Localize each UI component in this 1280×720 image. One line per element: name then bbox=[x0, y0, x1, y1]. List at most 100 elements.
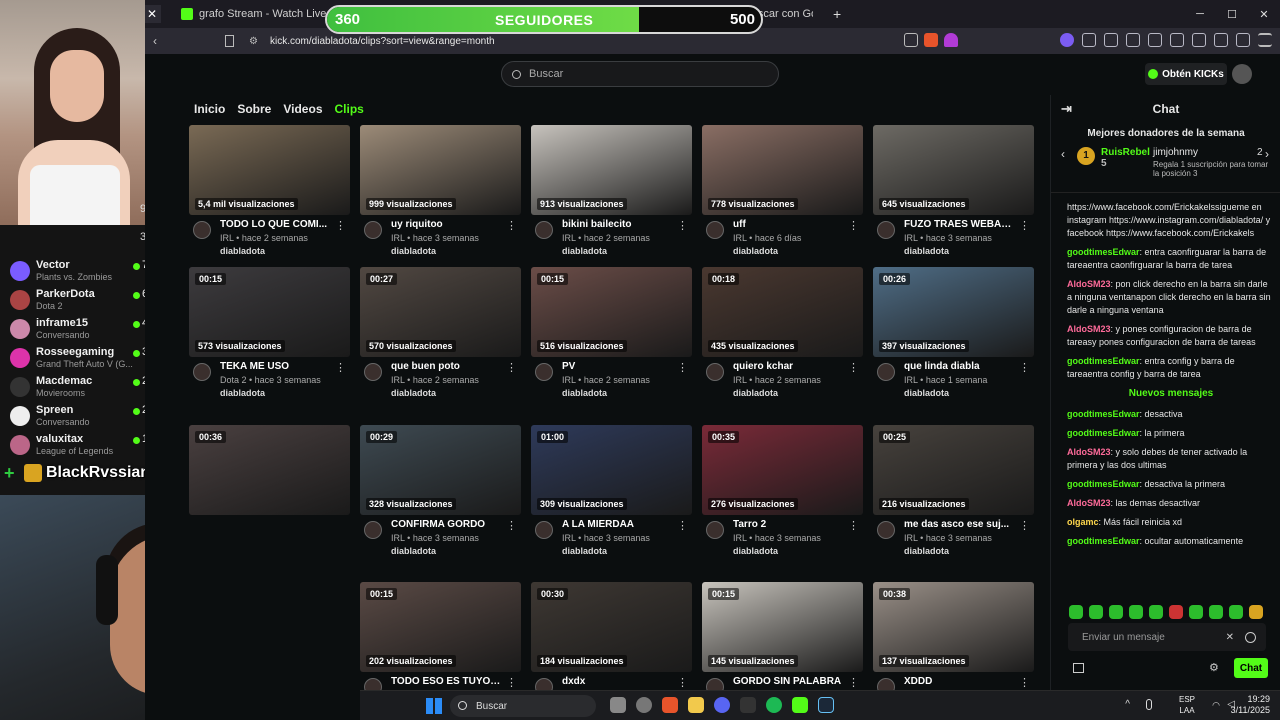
media-icon[interactable] bbox=[1148, 33, 1162, 47]
emote-icon[interactable] bbox=[1209, 605, 1223, 619]
search-input[interactable]: Buscar bbox=[501, 61, 779, 87]
clip-title[interactable]: me das asco ese suj... bbox=[904, 519, 1014, 530]
clip-title[interactable]: CONFIRMA GORDO bbox=[391, 519, 501, 530]
sidebar-channel-item[interactable]: valuxitaxLeague of Legends144 bbox=[0, 433, 160, 457]
vpn-icon[interactable] bbox=[1236, 33, 1250, 47]
clip-card[interactable]: 778 visualizaciones uff ⋮ IRL • hace 6 días… bbox=[702, 125, 863, 256]
clip-title[interactable]: TODO LO QUE COMI... bbox=[220, 219, 330, 230]
clip-title[interactable]: TEKA ME USO bbox=[220, 361, 330, 372]
clip-card[interactable]: 913 visualizaciones bikini bailecito ⋮ IRL … bbox=[531, 125, 692, 256]
store-icon[interactable] bbox=[1073, 663, 1084, 673]
clip-channel[interactable]: diabladota bbox=[733, 388, 778, 398]
site-info-icon[interactable]: ⚙ bbox=[249, 36, 258, 47]
sidebar-channel-item[interactable]: RosseegamingGrand Theft Auto V (G...328 bbox=[0, 346, 160, 370]
next-donor-icon[interactable]: › bbox=[1265, 147, 1269, 161]
minimize-icon[interactable]: ─ bbox=[1184, 0, 1216, 28]
chat-username[interactable]: goodtimesEdwar bbox=[1067, 536, 1140, 546]
clip-title[interactable]: que buen poto bbox=[391, 361, 501, 372]
clip-thumbnail[interactable]: 01:00 309 visualizaciones bbox=[531, 425, 692, 515]
system-clock[interactable]: 19:29 3/11/2025 bbox=[1231, 694, 1270, 716]
leo-icon[interactable] bbox=[1214, 33, 1228, 47]
clip-title[interactable]: bikini bailecito bbox=[562, 219, 672, 230]
clip-channel[interactable]: diabladota bbox=[391, 246, 436, 256]
clip-thumbnail[interactable]: 00:36 bbox=[189, 425, 350, 515]
clip-card[interactable]: 00:36 bbox=[189, 425, 350, 550]
file-explorer-icon[interactable] bbox=[688, 697, 704, 713]
emote-icon[interactable] bbox=[1129, 605, 1143, 619]
clip-thumbnail[interactable]: 00:18 435 visualizaciones bbox=[702, 267, 863, 357]
wifi-icon[interactable]: ◠ bbox=[1212, 700, 1220, 711]
tab-clips[interactable]: Clips bbox=[335, 102, 364, 116]
clip-thumbnail[interactable]: 00:35 276 visualizaciones bbox=[702, 425, 863, 515]
emote-icon[interactable] bbox=[1169, 605, 1183, 619]
clip-title[interactable]: quiero kchar bbox=[733, 361, 843, 372]
avatar[interactable] bbox=[364, 363, 382, 381]
clip-card[interactable]: 00:18 435 visualizaciones quiero kchar ⋮ IRL… bbox=[702, 267, 863, 398]
clip-channel[interactable]: diabladota bbox=[904, 388, 949, 398]
task-view-icon[interactable] bbox=[610, 697, 626, 713]
clip-card[interactable]: 00:26 397 visualizaciones que linda diabla… bbox=[873, 267, 1034, 398]
avatar[interactable] bbox=[706, 521, 724, 539]
clip-title[interactable]: Tarro 2 bbox=[733, 519, 843, 530]
emoji-icon[interactable] bbox=[1245, 631, 1256, 643]
clip-thumbnail[interactable]: 00:29 328 visualizaciones bbox=[360, 425, 521, 515]
wallet-icon[interactable] bbox=[1192, 33, 1206, 47]
translate-icon[interactable] bbox=[1082, 33, 1096, 47]
avatar[interactable] bbox=[364, 221, 382, 239]
clip-title[interactable]: que linda diabla bbox=[904, 361, 1014, 372]
sidebar-channel-item[interactable]: MacdemacMovierooms278 bbox=[0, 375, 160, 399]
taskbar-search[interactable]: Buscar bbox=[450, 695, 596, 717]
clip-thumbnail[interactable]: 00:15 573 visualizaciones bbox=[189, 267, 350, 357]
clip-thumbnail[interactable]: 913 visualizaciones bbox=[531, 125, 692, 215]
avatar[interactable] bbox=[535, 221, 553, 239]
more-options-icon[interactable]: ⋮ bbox=[1019, 676, 1030, 689]
clip-channel[interactable]: diabladota bbox=[904, 246, 949, 256]
avatar[interactable] bbox=[193, 221, 211, 239]
steam-icon[interactable] bbox=[818, 697, 834, 713]
clip-card[interactable]: 00:29 328 visualizaciones CONFIRMA GORDO ⋮ I… bbox=[360, 425, 521, 556]
avatar[interactable] bbox=[877, 521, 895, 539]
clip-thumbnail[interactable]: 00:15 145 visualizaciones bbox=[702, 582, 863, 672]
language-indicator[interactable]: ESP LAA bbox=[1179, 694, 1195, 716]
bookmark-icon[interactable] bbox=[225, 35, 234, 47]
clip-channel[interactable]: diabladota bbox=[220, 388, 265, 398]
avatar[interactable] bbox=[1232, 64, 1252, 84]
kick-app-icon[interactable] bbox=[792, 697, 808, 713]
chat-username[interactable]: AldoSM23 bbox=[1067, 279, 1111, 289]
avatar[interactable] bbox=[535, 363, 553, 381]
send-chat-button[interactable]: Chat bbox=[1234, 658, 1268, 678]
sidebar-channel-item[interactable]: SpreenConversando230 bbox=[0, 404, 160, 428]
translate-icon[interactable]: ✕ bbox=[1226, 632, 1234, 643]
clip-card[interactable]: 999 visualizaciones uy riquitoo ⋮ IRL • hac… bbox=[360, 125, 521, 256]
emote-icon[interactable] bbox=[1089, 605, 1103, 619]
tray-chevron-icon[interactable]: ^ bbox=[1125, 699, 1130, 710]
brave-icon[interactable] bbox=[662, 697, 678, 713]
more-options-icon[interactable]: ⋮ bbox=[1019, 219, 1030, 232]
clip-thumbnail[interactable]: 00:25 216 visualizaciones bbox=[873, 425, 1034, 515]
close-tab-icon[interactable]: ✕ bbox=[143, 5, 161, 23]
maximize-icon[interactable]: ☐ bbox=[1216, 0, 1248, 28]
more-options-icon[interactable]: ⋮ bbox=[506, 361, 517, 374]
emote-icon[interactable] bbox=[1249, 605, 1263, 619]
more-options-icon[interactable]: ⋮ bbox=[506, 219, 517, 232]
clip-channel[interactable]: diabladota bbox=[904, 546, 949, 556]
sidebar-channel-item[interactable]: inframe15Conversando492 bbox=[0, 317, 160, 341]
more-options-icon[interactable]: ⋮ bbox=[848, 361, 859, 374]
brave-rewards-icon[interactable] bbox=[944, 33, 958, 47]
clip-card[interactable]: 00:15 145 visualizaciones GORDO SIN PALABR… bbox=[702, 582, 863, 692]
more-options-icon[interactable]: ⋮ bbox=[848, 219, 859, 232]
clip-card[interactable]: 00:38 137 visualizaciones XDDD ⋮ bbox=[873, 582, 1034, 692]
url-field[interactable]: kick.com/diabladota/clips?sort=view&rang… bbox=[270, 36, 495, 47]
clip-card[interactable]: 00:15 202 visualizaciones TODO ESO ES TUYO… bbox=[360, 582, 521, 692]
clip-thumbnail[interactable]: 645 visualizaciones bbox=[873, 125, 1034, 215]
clip-channel[interactable]: diabladota bbox=[391, 388, 436, 398]
brave-shield-icon[interactable] bbox=[924, 33, 938, 47]
chat-username[interactable]: goodtimesEdwar bbox=[1067, 479, 1140, 489]
clip-card[interactable]: 00:15 573 visualizaciones TEKA ME USO ⋮ Dota… bbox=[189, 267, 350, 398]
clip-channel[interactable]: diabladota bbox=[220, 246, 265, 256]
more-options-icon[interactable]: ⋮ bbox=[506, 676, 517, 689]
menu-icon[interactable] bbox=[1258, 33, 1272, 47]
get-kicks-button[interactable]: Obtén KICKs bbox=[1145, 63, 1227, 85]
sidebar-channel-item[interactable]: VectorPlants vs. Zombies706 bbox=[0, 259, 160, 283]
clip-title[interactable]: dxdx bbox=[562, 676, 672, 687]
